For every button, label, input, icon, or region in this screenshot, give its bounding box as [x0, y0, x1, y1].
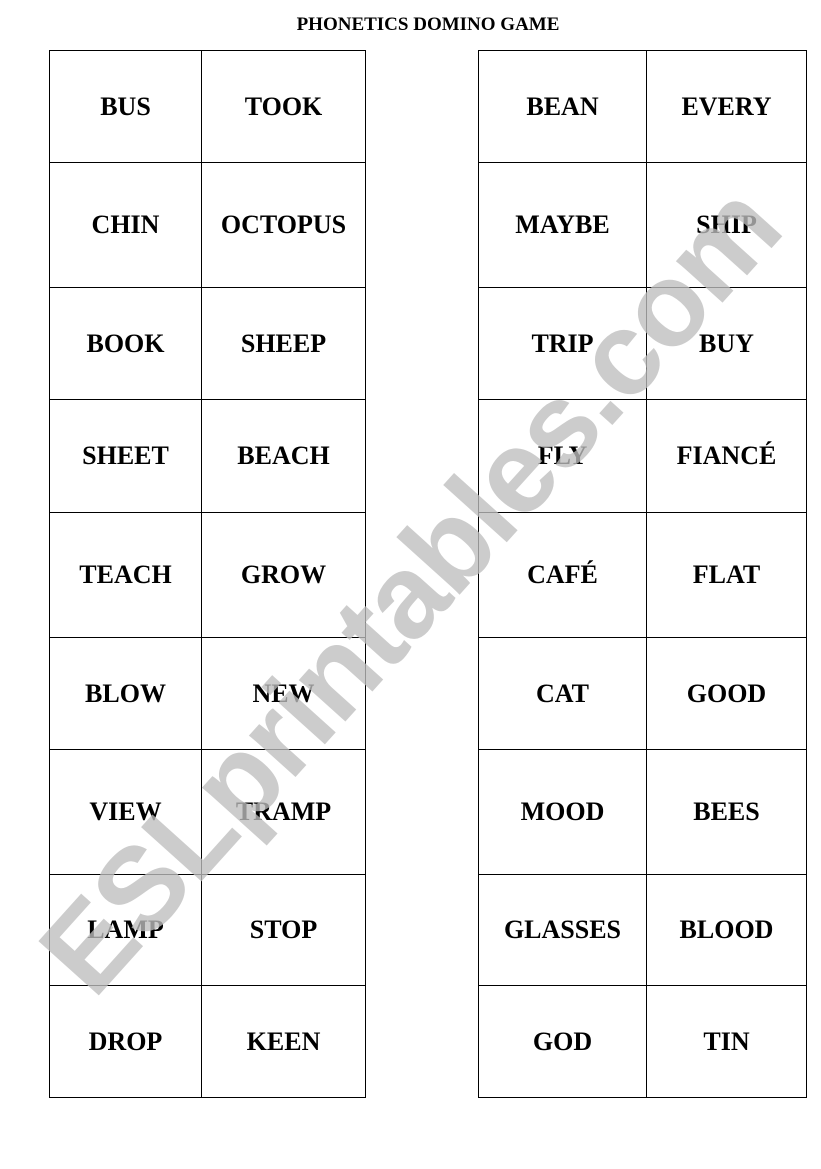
domino-cell: TRAMP [201, 749, 366, 875]
domino-cell: TEACH [49, 512, 202, 638]
domino-cell: SHEEP [201, 287, 366, 400]
domino-row: CHIN OCTOPUS [49, 162, 366, 288]
domino-row: VIEW TRAMP [49, 749, 366, 875]
domino-cell: OCTOPUS [201, 162, 366, 288]
domino-row: TEACH GROW [49, 512, 366, 638]
domino-cell: KEEN [201, 985, 366, 1098]
domino-cell: NEW [201, 637, 366, 750]
domino-row: TRIP BUY [478, 287, 807, 400]
domino-row: BEAN EVERY [478, 50, 807, 163]
domino-table-right: BEAN EVERY MAYBE SHIP TRIP BUY FLY FIANCÉ CAFÉ FL… [478, 50, 807, 1098]
domino-cell: TIN [646, 985, 807, 1098]
domino-row: GOD TIN [478, 985, 807, 1098]
domino-cell: MOOD [478, 749, 647, 875]
domino-row: MAYBE SHIP [478, 162, 807, 288]
domino-row: LAMP STOP [49, 874, 366, 986]
domino-cell: SHEET [49, 399, 202, 513]
domino-row: BLOW NEW [49, 637, 366, 750]
domino-row: BUS TOOK [49, 50, 366, 163]
domino-cell: SHIP [646, 162, 807, 288]
domino-cell: CHIN [49, 162, 202, 288]
domino-cell: TOOK [201, 50, 366, 163]
domino-row: GLASSES BLOOD [478, 874, 807, 986]
domino-cell: STOP [201, 874, 366, 986]
domino-cell: GOOD [646, 637, 807, 750]
domino-row: BOOK SHEEP [49, 287, 366, 400]
domino-cell: VIEW [49, 749, 202, 875]
domino-cell: GLASSES [478, 874, 647, 986]
domino-cell: BLOW [49, 637, 202, 750]
domino-cell: BEAN [478, 50, 647, 163]
domino-cell: CAT [478, 637, 647, 750]
domino-row: CAFÉ FLAT [478, 512, 807, 638]
domino-cell: GOD [478, 985, 647, 1098]
domino-cell: BUY [646, 287, 807, 400]
domino-cell: GROW [201, 512, 366, 638]
domino-row: SHEET BEACH [49, 399, 366, 513]
domino-table-left: BUS TOOK CHIN OCTOPUS BOOK SHEEP SHEET BEACH TEA… [49, 50, 366, 1098]
domino-cell: BLOOD [646, 874, 807, 986]
domino-cell: LAMP [49, 874, 202, 986]
domino-row: DROP KEEN [49, 985, 366, 1098]
domino-cell: BEES [646, 749, 807, 875]
domino-row: MOOD BEES [478, 749, 807, 875]
domino-cell: BEACH [201, 399, 366, 513]
domino-row: FLY FIANCÉ [478, 399, 807, 513]
domino-cell: FLAT [646, 512, 807, 638]
domino-cell: TRIP [478, 287, 647, 400]
domino-cell: FIANCÉ [646, 399, 807, 513]
domino-cell: FLY [478, 399, 647, 513]
domino-cell: BUS [49, 50, 202, 163]
domino-cell: BOOK [49, 287, 202, 400]
domino-cell: EVERY [646, 50, 807, 163]
domino-cell: DROP [49, 985, 202, 1098]
page-title: PHONETICS DOMINO GAME [296, 14, 560, 35]
domino-cell: CAFÉ [478, 512, 647, 638]
domino-row: CAT GOOD [478, 637, 807, 750]
domino-cell: MAYBE [478, 162, 647, 288]
